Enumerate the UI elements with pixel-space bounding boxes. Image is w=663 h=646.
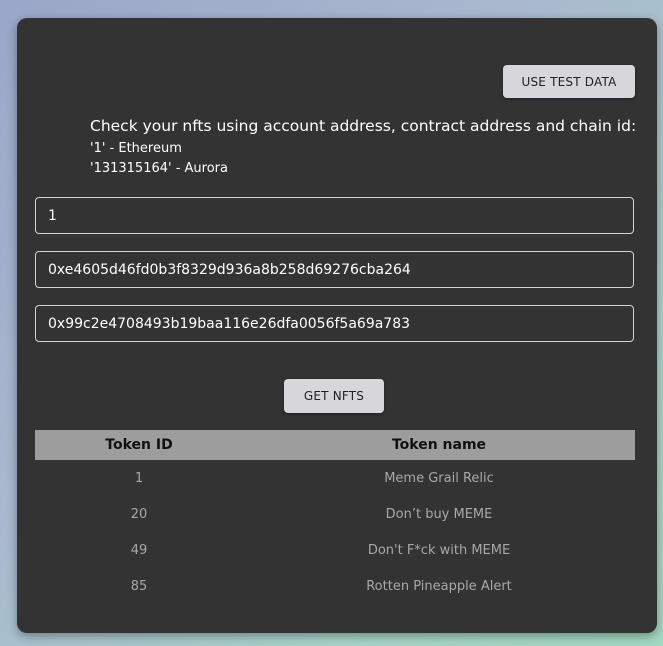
token-id-cell: 85 (130, 578, 148, 594)
get-nfts-button[interactable]: GET NFTS (284, 379, 384, 413)
token-name-cell: Don’t buy MEME (385, 506, 493, 522)
nft-checker-card: USE TEST DATA Check your nfts using acco… (17, 18, 657, 633)
contract-address-input[interactable] (35, 305, 634, 342)
table-row: 85 Rotten Pineapple Alert (35, 568, 635, 604)
chain-hint-ethereum: '1' - Ethereum (90, 141, 182, 156)
column-header-token-name: Token name (391, 437, 487, 453)
token-name-cell: Don't F*ck with MEME (367, 542, 511, 558)
token-id-cell: 1 (134, 470, 144, 486)
token-id-cell: 49 (130, 542, 148, 558)
column-header-token-id: Token ID (105, 437, 173, 453)
account-address-input[interactable] (35, 251, 634, 288)
table-row: 20 Don’t buy MEME (35, 496, 635, 532)
token-id-cell: 20 (130, 506, 148, 522)
nft-table: Token ID Token name 1 Meme Grail Relic 2… (35, 430, 635, 604)
chain-hint-aurora: '131315164' - Aurora (90, 161, 228, 176)
chain-id-input[interactable] (35, 197, 634, 234)
instructions-title: Check your nfts using account address, c… (90, 117, 637, 135)
table-row: 49 Don't F*ck with MEME (35, 532, 635, 568)
table-header-row: Token ID Token name (35, 430, 635, 460)
table-row: 1 Meme Grail Relic (35, 460, 635, 496)
use-test-data-button[interactable]: USE TEST DATA (503, 65, 635, 98)
token-name-cell: Rotten Pineapple Alert (366, 578, 512, 594)
token-name-cell: Meme Grail Relic (384, 470, 494, 486)
instructions: Check your nfts using account address, c… (90, 117, 636, 181)
